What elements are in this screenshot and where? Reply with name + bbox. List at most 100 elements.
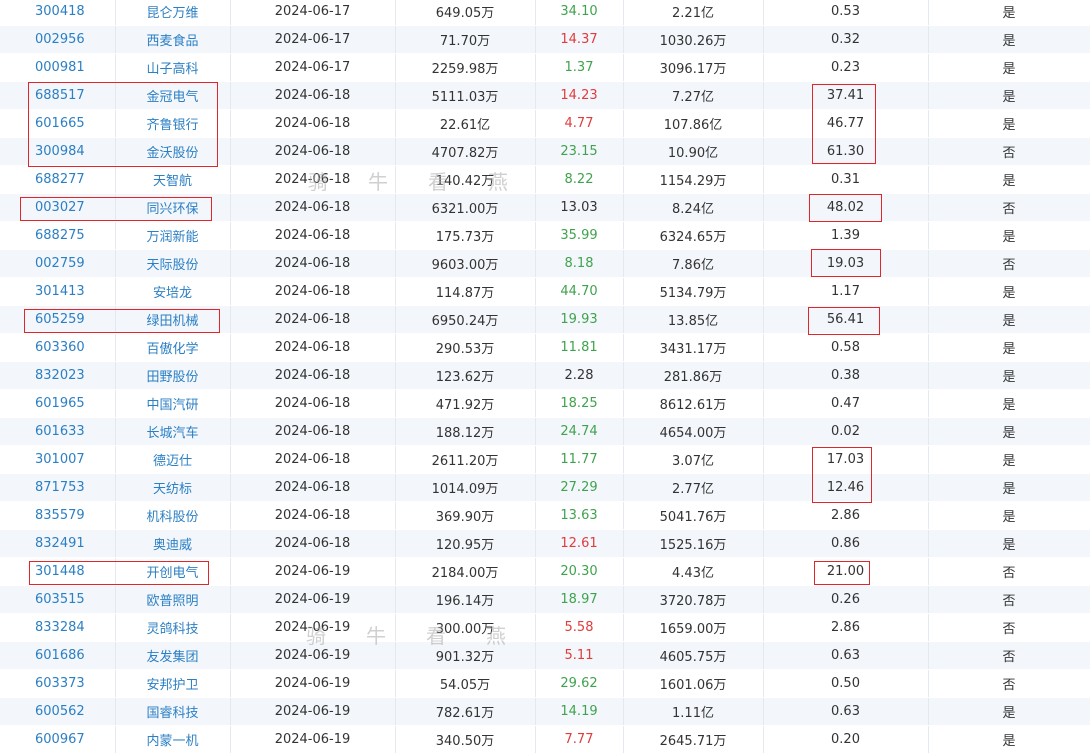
stock-name-link[interactable]: 西麦食品: [115, 25, 231, 54]
stock-code-link[interactable]: 835579: [0, 501, 116, 530]
stock-name-link[interactable]: 万润新能: [115, 221, 231, 250]
change-cell: 23.15: [535, 137, 624, 166]
stock-code-link[interactable]: 605259: [0, 305, 116, 334]
stock-name-link[interactable]: 天际股份: [115, 249, 231, 278]
stock-name-link[interactable]: 百傲化学: [115, 333, 231, 362]
stock-code-link[interactable]: 600967: [0, 725, 116, 754]
stock-code-link[interactable]: 688277: [0, 165, 116, 194]
cap-cell: 1525.16万: [623, 529, 764, 558]
amount-cell: 290.53万: [395, 333, 536, 362]
stock-name-link[interactable]: 安邦护卫: [115, 669, 231, 698]
stock-name-link[interactable]: 中国汽研: [115, 389, 231, 418]
stock-code-link[interactable]: 832023: [0, 361, 116, 390]
date-cell: 2024-06-18: [230, 81, 396, 110]
stock-code-link[interactable]: 301413: [0, 277, 116, 306]
stock-code-link[interactable]: 688517: [0, 81, 116, 110]
stock-code-link[interactable]: 002956: [0, 25, 116, 54]
stock-name-link[interactable]: 灵鸽科技: [115, 613, 231, 642]
stock-name-link[interactable]: 长城汽车: [115, 417, 231, 446]
table-row: 301448 开创电气 2024-06-19 2184.00万 20.30 4.43亿 21…: [0, 557, 1090, 586]
stock-code-link[interactable]: 300418: [0, 0, 116, 26]
date-cell: 2024-06-18: [230, 361, 396, 390]
flag-cell: 是: [928, 389, 1090, 418]
amount-cell: 120.95万: [395, 529, 536, 558]
ratio-cell: 0.26: [763, 585, 929, 614]
change-cell: 12.61: [535, 529, 624, 558]
change-cell: 27.29: [535, 473, 624, 502]
stock-code-link[interactable]: 601633: [0, 417, 116, 446]
stock-name-link[interactable]: 欧普照明: [115, 585, 231, 614]
stock-code-link[interactable]: 601665: [0, 109, 116, 138]
date-cell: 2024-06-18: [230, 305, 396, 334]
stock-code-link[interactable]: 301007: [0, 445, 116, 474]
amount-cell: 114.87万: [395, 277, 536, 306]
flag-cell: 是: [928, 305, 1090, 334]
date-cell: 2024-06-18: [230, 193, 396, 222]
flag-cell: 是: [928, 417, 1090, 446]
stock-name-link[interactable]: 齐鲁银行: [115, 109, 231, 138]
date-cell: 2024-06-18: [230, 109, 396, 138]
stock-code-link[interactable]: 688275: [0, 221, 116, 250]
stock-name-link[interactable]: 机科股份: [115, 501, 231, 530]
date-cell: 2024-06-17: [230, 0, 396, 26]
stock-code-link[interactable]: 003027: [0, 193, 116, 222]
stock-code-link[interactable]: 301448: [0, 557, 116, 586]
date-cell: 2024-06-19: [230, 669, 396, 698]
stock-name-link[interactable]: 德迈仕: [115, 445, 231, 474]
date-cell: 2024-06-18: [230, 249, 396, 278]
stock-name-link[interactable]: 天纺标: [115, 473, 231, 502]
stock-name-link[interactable]: 同兴环保: [115, 193, 231, 222]
stock-code-link[interactable]: 603373: [0, 669, 116, 698]
stock-code-link[interactable]: 832491: [0, 529, 116, 558]
cap-cell: 2.77亿: [623, 473, 764, 502]
stock-code-link[interactable]: 871753: [0, 473, 116, 502]
stock-code-link[interactable]: 833284: [0, 613, 116, 642]
change-cell: 24.74: [535, 417, 624, 446]
cap-cell: 4.43亿: [623, 557, 764, 586]
table-row: 833284 灵鸽科技 2024-06-19 300.00万 5.58 1659.00万 2…: [0, 613, 1090, 642]
date-cell: 2024-06-18: [230, 389, 396, 418]
stock-name-link[interactable]: 天智航: [115, 165, 231, 194]
date-cell: 2024-06-17: [230, 53, 396, 82]
stock-code-link[interactable]: 300984: [0, 137, 116, 166]
stock-code-link[interactable]: 002759: [0, 249, 116, 278]
stock-name-link[interactable]: 昆仑万维: [115, 0, 231, 26]
stock-name-link[interactable]: 友发集团: [115, 641, 231, 670]
flag-cell: 是: [928, 501, 1090, 530]
ratio-cell: 0.58: [763, 333, 929, 362]
stock-name-link[interactable]: 国睿科技: [115, 697, 231, 726]
ratio-cell: 46.77: [763, 109, 929, 138]
stock-code-link[interactable]: 603360: [0, 333, 116, 362]
stock-name-link[interactable]: 内蒙一机: [115, 725, 231, 754]
stock-name-link[interactable]: 山子高科: [115, 53, 231, 82]
stock-code-link[interactable]: 600562: [0, 697, 116, 726]
stock-name-link[interactable]: 田野股份: [115, 361, 231, 390]
table-row: 603360 百傲化学 2024-06-18 290.53万 11.81 3431.17万…: [0, 333, 1090, 362]
stock-code-link[interactable]: 000981: [0, 53, 116, 82]
stock-name-link[interactable]: 金沃股份: [115, 137, 231, 166]
cap-cell: 10.90亿: [623, 137, 764, 166]
amount-cell: 2259.98万: [395, 53, 536, 82]
change-cell: 2.28: [535, 361, 624, 390]
date-cell: 2024-06-19: [230, 557, 396, 586]
date-cell: 2024-06-18: [230, 165, 396, 194]
change-cell: 35.99: [535, 221, 624, 250]
table-body: 300418 昆仑万维 2024-06-17 649.05万 34.10 2.21亿 0.5…: [0, 0, 1090, 754]
cap-cell: 5041.76万: [623, 501, 764, 530]
stock-name-link[interactable]: 绿田机械: [115, 305, 231, 334]
flag-cell: 否: [928, 669, 1090, 698]
stock-code-link[interactable]: 601686: [0, 641, 116, 670]
stock-name-link[interactable]: 奥迪威: [115, 529, 231, 558]
stock-code-link[interactable]: 601965: [0, 389, 116, 418]
stock-name-link[interactable]: 开创电气: [115, 557, 231, 586]
ratio-cell: 37.41: [763, 81, 929, 110]
ratio-cell: 1.17: [763, 277, 929, 306]
amount-cell: 6321.00万: [395, 193, 536, 222]
stock-code-link[interactable]: 603515: [0, 585, 116, 614]
stock-name-link[interactable]: 安培龙: [115, 277, 231, 306]
amount-cell: 369.90万: [395, 501, 536, 530]
stock-name-link[interactable]: 金冠电气: [115, 81, 231, 110]
table-row: 871753 天纺标 2024-06-18 1014.09万 27.29 2.77亿 12.…: [0, 473, 1090, 502]
amount-cell: 140.42万: [395, 165, 536, 194]
table-row: 601965 中国汽研 2024-06-18 471.92万 18.25 8612.61万…: [0, 389, 1090, 418]
